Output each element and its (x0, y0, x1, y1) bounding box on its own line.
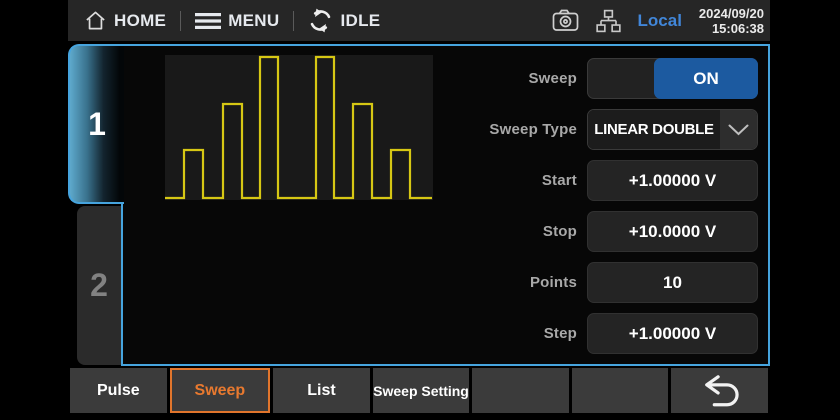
start-field[interactable]: +1.00000 V (587, 160, 758, 201)
step-row: Step +1.00000 V (430, 313, 758, 354)
stop-row: Stop +10.0000 V (430, 211, 758, 252)
lan-topology-icon (596, 9, 621, 33)
home-button[interactable]: HOME (84, 9, 166, 32)
sync-arrows-icon (308, 8, 333, 33)
divider (180, 11, 181, 31)
home-icon (84, 9, 107, 32)
tab-2-label: 2 (90, 267, 108, 304)
softkey-empty-1[interactable] (472, 368, 569, 413)
stop-field[interactable]: +10.0000 V (587, 211, 758, 252)
return-button[interactable] (671, 368, 768, 413)
hamburger-menu-icon (195, 12, 221, 30)
softkey-bar: Pulse Sweep List Sweep Setting (68, 368, 770, 413)
run-status-indicator: IDLE (308, 8, 380, 33)
sweep-type-dropdown[interactable]: LINEAR DOUBLE (587, 109, 758, 150)
local-mode-indicator: Local (638, 11, 682, 31)
softkey-pulse[interactable]: Pulse (70, 368, 167, 413)
tab-1-label: 1 (88, 106, 106, 143)
top-bar-right: Local 2024/09/20 15:06:38 (552, 6, 764, 36)
softkey-list[interactable]: List (273, 368, 370, 413)
home-label: HOME (114, 11, 166, 31)
status-label: IDLE (340, 11, 380, 31)
divider (293, 11, 294, 31)
sweep-row: Sweep ON (430, 58, 758, 99)
stop-label: Stop (430, 223, 577, 240)
start-row: Start +1.00000 V (430, 160, 758, 201)
top-bar: HOME MENU (68, 0, 770, 41)
camera-icon[interactable] (552, 9, 579, 32)
step-field[interactable]: +1.00000 V (587, 313, 758, 354)
device-screen: HOME MENU (0, 0, 840, 420)
points-row: Points 10 (430, 262, 758, 303)
tab-channel-1[interactable]: 1 (68, 44, 124, 204)
softkey-sweep[interactable]: Sweep (170, 368, 271, 413)
date-label: 2024/09/20 (699, 6, 764, 21)
sweep-settings-form: Sweep ON Sweep Type LINEAR DOUBLE Start … (430, 58, 758, 354)
points-label: Points (430, 274, 577, 291)
sweep-type-row: Sweep Type LINEAR DOUBLE (430, 109, 758, 150)
menu-label: MENU (228, 11, 279, 31)
sweep-type-label: Sweep Type (430, 121, 577, 138)
sweep-type-value: LINEAR DOUBLE (588, 110, 720, 149)
sweep-waveform-chart (165, 55, 433, 200)
pulse-waveform (165, 55, 433, 200)
toggle-on-label: ON (654, 58, 758, 99)
start-label: Start (430, 172, 577, 189)
chevron-down-icon (720, 110, 757, 149)
sweep-label: Sweep (430, 70, 577, 87)
step-label: Step (430, 325, 577, 342)
time-label: 15:06:38 (699, 21, 764, 36)
tab-channel-2[interactable]: 2 (77, 206, 121, 365)
points-field[interactable]: 10 (587, 262, 758, 303)
return-icon (698, 373, 742, 409)
softkey-empty-2[interactable] (572, 368, 669, 413)
datetime: 2024/09/20 15:06:38 (699, 6, 764, 36)
sweep-toggle[interactable]: ON (587, 58, 758, 99)
menu-button[interactable]: MENU (195, 11, 279, 31)
softkey-sweep-setting[interactable]: Sweep Setting (373, 368, 470, 413)
